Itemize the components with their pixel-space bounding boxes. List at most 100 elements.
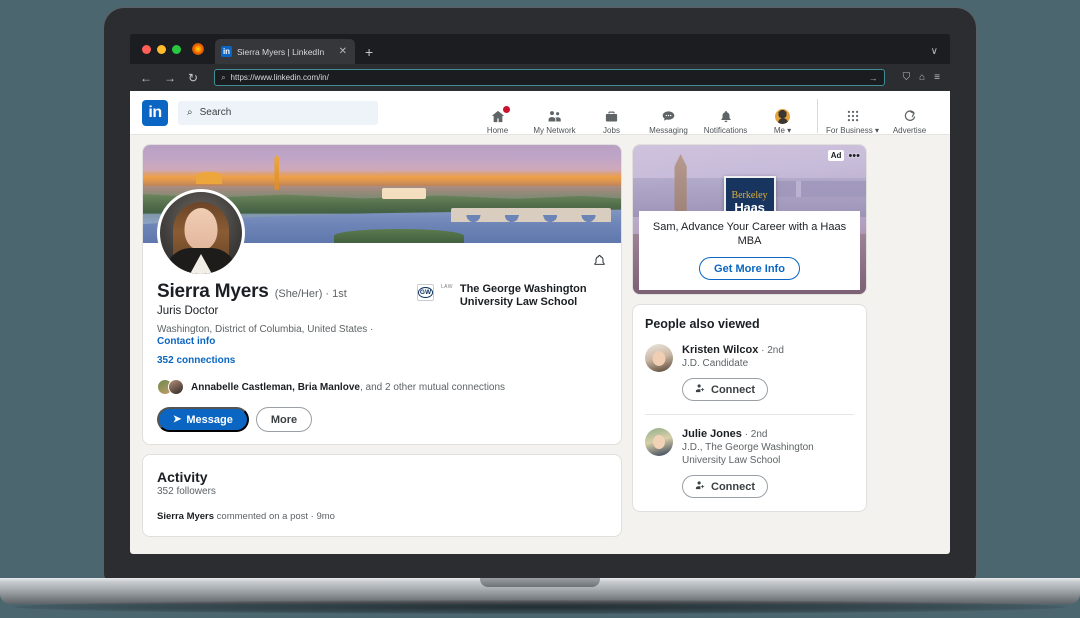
browser-nav-bar: ← → ↻ ⌕ https://www.linkedin.com/in/ → ⛉… [130, 64, 950, 91]
person-subtitle: J.D., The George Washington University L… [682, 441, 854, 467]
list-item[interactable]: Kristen Wilcox · 2nd J.D. Candidate [645, 331, 854, 415]
message-button[interactable]: ➤ Message [157, 407, 249, 432]
person-degree: · 2nd [758, 345, 784, 356]
gw-law-wordmark: LAW [441, 284, 453, 290]
ad-badge: Ad ••• [828, 150, 860, 161]
nav-item-home[interactable]: Home [469, 97, 526, 135]
messaging-icon [660, 108, 677, 125]
nav-item-notifications[interactable]: Notifications [697, 97, 754, 135]
avatar[interactable] [645, 344, 673, 372]
person-name[interactable]: Julie Jones · 2nd [682, 428, 854, 440]
hamburger-menu-icon[interactable]: ≡ [934, 73, 940, 83]
gw-logo-mark: GW [418, 287, 433, 298]
mutual-connections-row[interactable]: Annabelle Castleman, Bria Manlove, and 2… [157, 379, 607, 395]
people-also-viewed-card: People also viewed Kristen Wilcox · 2nd … [632, 304, 867, 512]
person-degree: · 2nd [742, 429, 768, 440]
nav-label-home: Home [487, 126, 508, 135]
connect-button[interactable]: Connect [682, 475, 768, 498]
address-bar-url: https://www.linkedin.com/in/ [231, 73, 864, 82]
browser-window: in Sierra Myers | LinkedIn ✕ + ∨ ← → ↻ ⌕… [130, 34, 950, 554]
activity-post-author: Sierra Myers [157, 511, 214, 522]
mutual-suffix: , and 2 other mutual connections [360, 382, 505, 393]
linkedin-primary-nav: Home My Network [469, 91, 938, 135]
linkedin-global-header: in ⌕ Search Home [130, 91, 950, 135]
go-arrow-icon[interactable]: → [869, 73, 878, 83]
notify-bell-icon[interactable] [592, 253, 607, 277]
close-window-button[interactable] [142, 45, 151, 54]
browser-tab-title: Sierra Myers | LinkedIn [237, 47, 332, 57]
connections-count-link[interactable]: 352 connections [157, 355, 607, 366]
notification-badge [502, 105, 511, 114]
connect-button-label: Connect [711, 384, 755, 396]
my-network-icon [546, 108, 563, 125]
grid-icon [846, 108, 860, 125]
activity-card: Activity 352 followers Sierra Myers comm… [142, 454, 622, 537]
chevron-down-icon[interactable]: ∨ [931, 46, 938, 57]
laptop-frame: in Sierra Myers | LinkedIn ✕ + ∨ ← → ↻ ⌕… [104, 8, 976, 580]
connect-button-label: Connect [711, 481, 755, 493]
person-info: Julie Jones · 2nd J.D., The George Washi… [682, 428, 854, 498]
nav-label-my-network: My Network [533, 126, 575, 135]
add-person-icon [695, 383, 706, 397]
river-island [334, 229, 464, 243]
mutual-connections-text: Annabelle Castleman, Bria Manlove, and 2… [191, 382, 505, 393]
account-icon[interactable]: ⌂ [919, 73, 925, 83]
memorial-bridge [451, 208, 611, 218]
nav-label-jobs: Jobs [603, 126, 620, 135]
avatar[interactable] [645, 428, 673, 456]
nav-item-me[interactable]: Me ▾ [754, 97, 811, 135]
gw-law-logo: GW [417, 284, 434, 301]
person-name[interactable]: Kristen Wilcox · 2nd [682, 344, 784, 356]
reload-button[interactable]: ↻ [188, 72, 198, 84]
avatar [775, 109, 790, 124]
firefox-icon [191, 42, 205, 56]
more-button[interactable]: More [256, 407, 312, 432]
close-tab-icon[interactable]: ✕ [337, 47, 349, 57]
aside-column: Ad ••• Berkeley Haas Sam, Advance Your C… [632, 144, 867, 537]
lincoln-memorial [382, 188, 426, 199]
window-traffic-lights[interactable] [138, 34, 187, 64]
profile-photo[interactable] [157, 189, 245, 277]
linkedin-favicon: in [221, 46, 232, 57]
jobs-briefcase-icon [604, 108, 619, 125]
mutual-avatars [157, 379, 184, 395]
mutual-names: Annabelle Castleman, Bria Manlove [191, 382, 360, 393]
shield-icon[interactable]: ⛉ [903, 73, 911, 83]
minimize-window-button[interactable] [157, 45, 166, 54]
nav-item-advertise[interactable]: Advertise [881, 97, 938, 135]
address-bar[interactable]: ⌕ https://www.linkedin.com/in/ → [214, 69, 885, 86]
browser-tab[interactable]: in Sierra Myers | LinkedIn ✕ [215, 39, 355, 64]
person-name-text: Kristen Wilcox [682, 344, 758, 356]
education-badge[interactable]: GW LAW The George Washington University … [417, 283, 607, 310]
nav-item-jobs[interactable]: Jobs [583, 97, 640, 135]
back-button[interactable]: ← [140, 72, 152, 84]
laptop-shadow [14, 600, 1066, 614]
education-name: The George Washington University Law Sch… [460, 283, 607, 310]
more-options-icon[interactable]: ••• [848, 152, 860, 160]
search-placeholder: Search [200, 107, 232, 118]
get-more-info-button[interactable]: Get More Info [699, 257, 800, 280]
forward-button[interactable]: → [164, 72, 176, 84]
send-icon: ➤ [173, 414, 181, 425]
maximize-window-button[interactable] [172, 45, 181, 54]
new-tab-button[interactable]: + [365, 45, 373, 59]
profile-details: GW LAW The George Washington University … [143, 243, 621, 444]
advertisement-card[interactable]: Ad ••• Berkeley Haas Sam, Advance Your C… [632, 144, 867, 295]
advertise-icon [903, 108, 917, 125]
search-input[interactable]: ⌕ Search [178, 101, 378, 125]
mutual-avatar [168, 379, 184, 395]
connect-button[interactable]: Connect [682, 378, 768, 401]
nav-item-for-business[interactable]: For Business ▾ [824, 97, 881, 135]
ad-headline: Sam, Advance Your Career with a Haas MBA [649, 220, 850, 249]
profile-actions: ➤ Message More [157, 407, 607, 432]
linkedin-logo[interactable]: in [142, 100, 168, 126]
profile-location: Washington, District of Columbia, United… [157, 324, 607, 335]
browser-toolbar-icons: ⛉ ⌂ ≡ [903, 73, 940, 83]
nav-item-my-network[interactable]: My Network [526, 97, 583, 135]
list-item[interactable]: Julie Jones · 2nd J.D., The George Washi… [645, 415, 854, 511]
nav-label-for-business: For Business ▾ [826, 126, 879, 135]
contact-info-link[interactable]: Contact info [157, 336, 607, 347]
nav-divider [817, 99, 818, 133]
activity-post-action: commented on a post · 9mo [214, 511, 335, 522]
nav-item-messaging[interactable]: Messaging [640, 97, 697, 135]
